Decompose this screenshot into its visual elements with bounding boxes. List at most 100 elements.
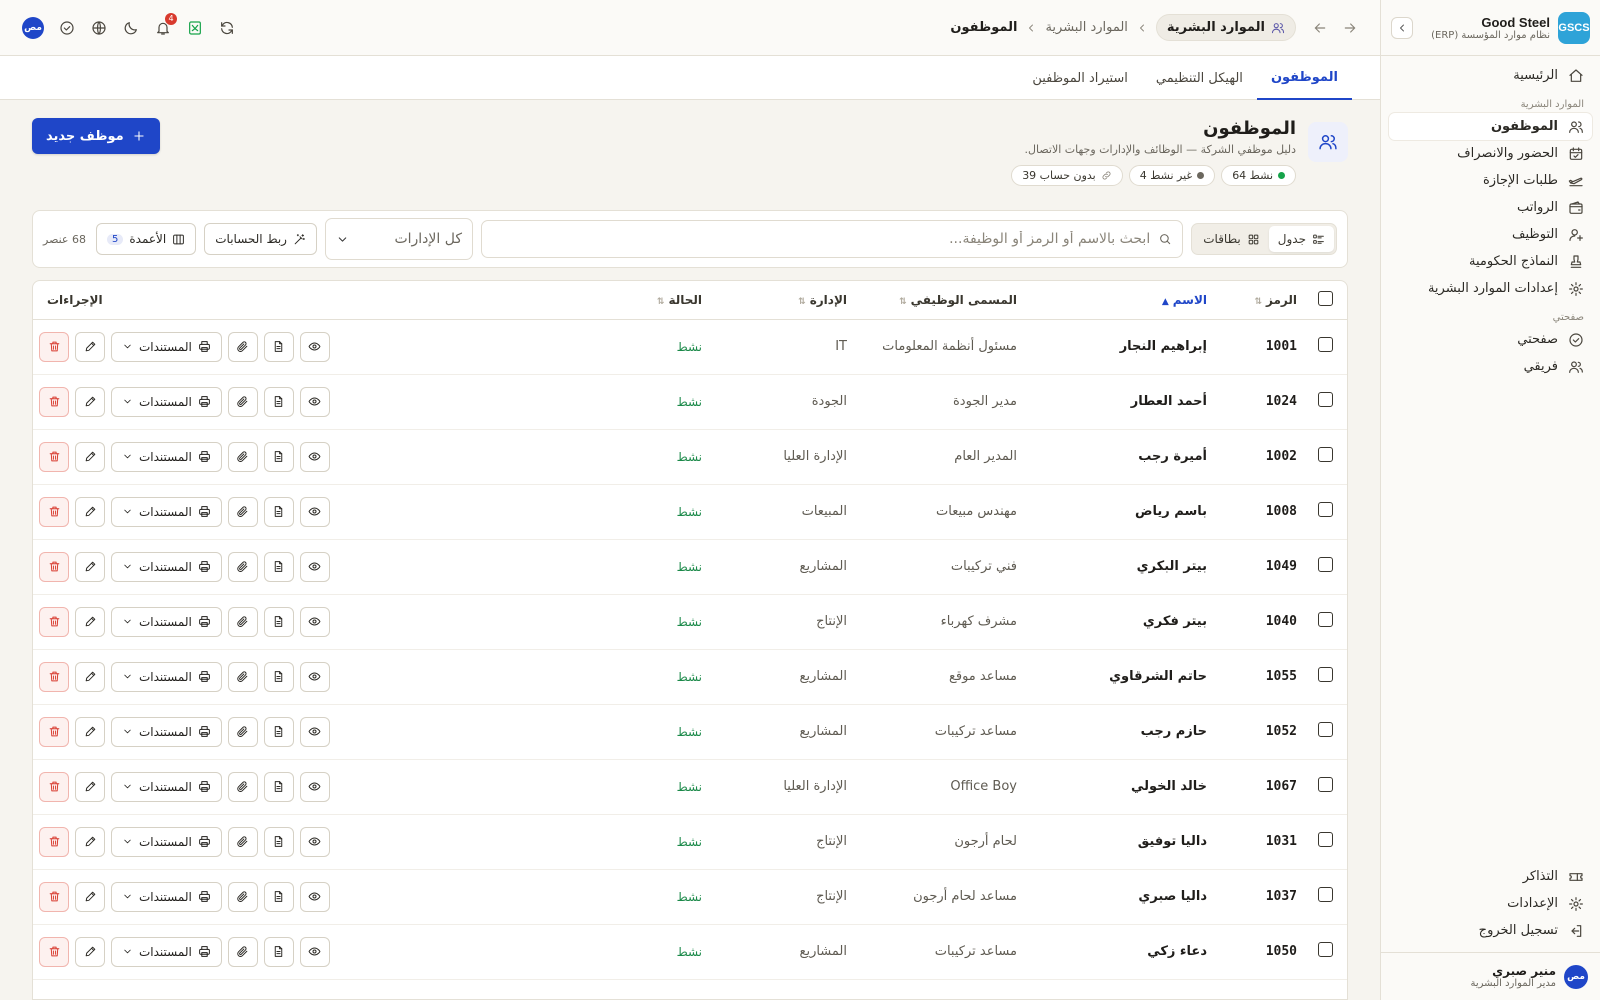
documents-dropdown-button[interactable]: المستندات [111, 606, 222, 637]
header-name[interactable]: الاسم▲ [1023, 281, 1213, 320]
row-checkbox[interactable] [1317, 502, 1333, 517]
table-row[interactable]: 1055 حاتم الشرقاوي مساعد موقع المشاريع ن… [33, 649, 1347, 705]
documents-dropdown-button[interactable]: المستندات [111, 716, 222, 747]
breadcrumb-module-chip[interactable]: الموارد البشرية [1155, 14, 1296, 41]
pill-no-account[interactable]: بدون حساب 39 [1011, 165, 1123, 186]
view-button[interactable] [299, 826, 330, 857]
view-button[interactable] [299, 716, 330, 747]
collapse-sidebar-button[interactable] [1391, 16, 1413, 39]
tab-org-structure[interactable]: الهيكل التنظيمي [1142, 56, 1257, 100]
attach-button[interactable] [227, 331, 258, 362]
documents-dropdown-button[interactable]: المستندات [111, 386, 222, 417]
sidebar-item-leave-requests[interactable]: طلبات الإجازة [1389, 167, 1592, 194]
attach-button[interactable] [227, 771, 258, 802]
search-input[interactable] [491, 231, 1151, 247]
edit-button[interactable] [75, 331, 105, 362]
new-employee-button[interactable]: موظف جديد [32, 118, 160, 154]
tasks-button[interactable] [58, 19, 76, 37]
user-profile[interactable]: مص منير صبري مدير الموارد البشرية [1381, 952, 1600, 1000]
row-checkbox[interactable] [1317, 392, 1333, 407]
delete-button[interactable] [39, 936, 69, 967]
header-status[interactable]: الحالة⇅ [558, 281, 708, 320]
edit-button[interactable] [75, 551, 105, 582]
documents-dropdown-button[interactable]: المستندات [111, 551, 222, 582]
file-button[interactable] [263, 331, 294, 362]
file-button[interactable] [263, 771, 294, 802]
sidebar-item-tickets[interactable]: التذاكر [1389, 863, 1592, 890]
sidebar-item-employees[interactable]: الموظفون [1389, 113, 1592, 140]
file-button[interactable] [263, 936, 294, 967]
documents-dropdown-button[interactable]: المستندات [111, 771, 222, 802]
row-checkbox[interactable] [1317, 722, 1333, 737]
file-button[interactable] [263, 881, 294, 912]
select-all-checkbox[interactable] [1317, 290, 1333, 306]
file-button[interactable] [263, 496, 294, 527]
arrow-right-icon[interactable] [1342, 20, 1358, 36]
file-button[interactable] [263, 386, 294, 417]
table-row[interactable]: 1031 داليا توفيق لحام أرجون الإنتاج نشط … [33, 814, 1347, 870]
view-button[interactable] [299, 331, 330, 362]
attach-button[interactable] [227, 551, 258, 582]
file-button[interactable] [263, 826, 294, 857]
breadcrumb-item-hr[interactable]: الموارد البشرية [1045, 20, 1127, 35]
delete-button[interactable] [39, 661, 69, 692]
row-checkbox[interactable] [1317, 777, 1333, 792]
attach-button[interactable] [227, 441, 258, 472]
attach-button[interactable] [227, 881, 258, 912]
sidebar-item-payroll[interactable]: الرواتب [1389, 194, 1592, 221]
attach-button[interactable] [227, 496, 258, 527]
theme-toggle-button[interactable] [122, 19, 140, 37]
edit-button[interactable] [75, 771, 105, 802]
row-checkbox[interactable] [1317, 612, 1333, 627]
sidebar-item-hr-settings[interactable]: إعدادات الموارد البشرية [1389, 275, 1592, 302]
edit-button[interactable] [75, 826, 105, 857]
view-cards-button[interactable]: بطاقات [1194, 226, 1269, 252]
tab-import-employees[interactable]: استيراد الموظفين [1018, 56, 1142, 100]
cell-name[interactable]: حاتم الشرقاوي [1023, 649, 1213, 705]
sidebar-item-attendance[interactable]: الحضور والانصراف [1389, 140, 1592, 167]
delete-button[interactable] [39, 331, 69, 362]
sidebar-item-home[interactable]: الرئيسية [1389, 62, 1592, 89]
delete-button[interactable] [39, 826, 69, 857]
header-department[interactable]: الإدارة⇅ [708, 281, 853, 320]
view-button[interactable] [299, 936, 330, 967]
edit-button[interactable] [75, 881, 105, 912]
row-checkbox[interactable] [1317, 832, 1333, 847]
view-button[interactable] [299, 551, 330, 582]
cell-name[interactable]: حازم رجب [1023, 704, 1213, 760]
documents-dropdown-button[interactable]: المستندات [111, 441, 222, 472]
delete-button[interactable] [39, 716, 69, 747]
table-row[interactable]: 1008 باسم رياض مهندس مبيعات المبيعات نشط… [33, 484, 1347, 540]
file-button[interactable] [263, 716, 294, 747]
sidebar-item-my-team[interactable]: فريقي [1389, 353, 1592, 380]
cell-name[interactable]: إبراهيم النجار [1023, 319, 1213, 375]
arrow-left-icon[interactable] [1312, 20, 1328, 36]
documents-dropdown-button[interactable]: المستندات [111, 826, 222, 857]
documents-dropdown-button[interactable]: المستندات [111, 936, 222, 967]
table-row[interactable]: 1049 بيتر البكري فني تركيبات المشاريع نش… [33, 539, 1347, 595]
table-row[interactable]: 1052 حازم رجب مساعد تركيبات المشاريع نشط… [33, 704, 1347, 760]
sheets-button[interactable] [186, 19, 204, 37]
language-button[interactable] [90, 19, 108, 37]
attach-button[interactable] [227, 936, 258, 967]
file-button[interactable] [263, 441, 294, 472]
view-button[interactable] [299, 496, 330, 527]
view-button[interactable] [299, 606, 330, 637]
tab-employees[interactable]: الموظفون [1256, 56, 1352, 100]
notifications-button[interactable]: 4 [154, 12, 177, 37]
topbar-avatar[interactable]: مص [22, 16, 44, 39]
view-button[interactable] [299, 881, 330, 912]
department-select[interactable]: كل الإدارات [324, 218, 473, 260]
view-button[interactable] [299, 771, 330, 802]
documents-dropdown-button[interactable]: المستندات [111, 881, 222, 912]
cell-name[interactable]: بيتر فكري [1023, 594, 1213, 650]
delete-button[interactable] [39, 606, 69, 637]
cell-name[interactable]: داليا توفيق [1023, 814, 1213, 870]
header-code[interactable]: الرمز⇅ [1213, 281, 1303, 320]
table-row[interactable]: 1067 خالد الخولي Office Boy الإدارة العل… [33, 759, 1347, 815]
cell-name[interactable]: أحمد العطار [1023, 374, 1213, 430]
file-button[interactable] [263, 606, 294, 637]
edit-button[interactable] [75, 606, 105, 637]
header-job-title[interactable]: المسمى الوظيفي⇅ [853, 281, 1023, 320]
cell-name[interactable]: بيتر البكري [1023, 539, 1213, 595]
